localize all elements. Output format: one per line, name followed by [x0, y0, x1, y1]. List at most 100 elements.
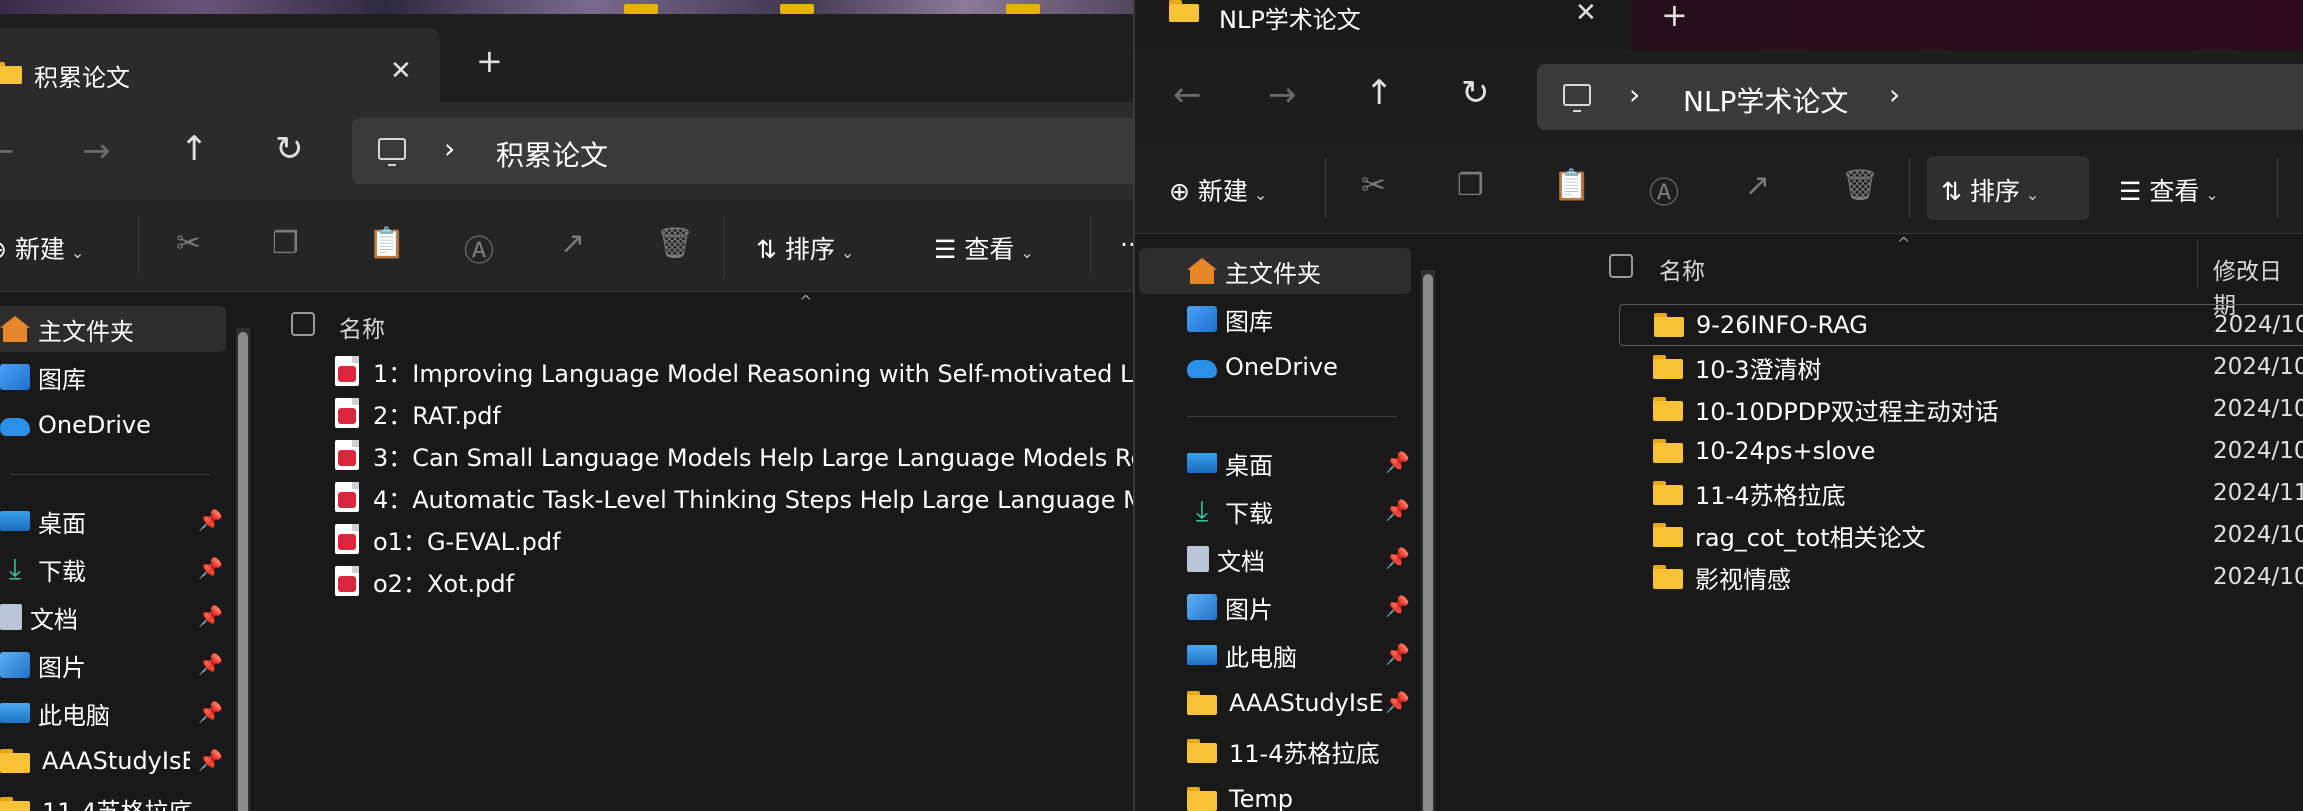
breadcrumb-chevron-icon[interactable]: › — [1629, 78, 1640, 111]
sidebar-item-socrates[interactable]: 11-4苏格拉底 — [1187, 728, 1379, 774]
forward-arrow-icon[interactable]: → — [1268, 78, 1297, 112]
up-arrow-icon[interactable]: ↑ — [180, 132, 209, 166]
sidebar-item-desktop[interactable]: 桌面 — [1187, 440, 1273, 486]
sidebar-item-home[interactable]: 主文件夹 — [1139, 248, 1411, 294]
share-icon[interactable]: ↗ — [1745, 168, 1770, 203]
sidebar-item-gallery[interactable]: 图库 — [1187, 296, 1273, 342]
pin-icon[interactable]: 📌 — [198, 556, 223, 580]
folder-row[interactable]: 9-26INFO-RAG 2024/10/10 19:57 — [1619, 304, 2303, 346]
new-tab-button[interactable]: + — [1661, 0, 1688, 34]
delete-icon[interactable]: 🗑 — [1841, 168, 1879, 203]
rename-icon[interactable]: Ⓐ — [1649, 168, 1679, 212]
sidebar-item-aaastudy[interactable]: AAAStudyIsEv — [0, 738, 190, 784]
pin-icon[interactable]: 📌 — [198, 748, 223, 772]
folder-row[interactable]: 影视情感 2024/10/10 19:58 — [1619, 556, 2303, 598]
sidebar-item-this-pc[interactable]: 此电脑 — [0, 690, 110, 736]
pin-icon[interactable]: 📌 — [1385, 450, 1410, 474]
new-button[interactable]: ⊕ 新建⌄ — [0, 230, 84, 266]
sidebar-item-socrates[interactable]: 11-4苏格拉底 — [0, 786, 192, 811]
sidebar-item-pictures[interactable]: 图片 — [1187, 584, 1273, 630]
pin-icon[interactable]: 📌 — [198, 604, 223, 628]
sort-button[interactable]: ⇅ 排序 ⌄ — [1941, 172, 2039, 208]
folder-row[interactable]: 10-3澄清树 2024/10/18 0:28 — [1619, 346, 2303, 388]
address-bar[interactable]: › 积累论文 — [352, 118, 1133, 184]
pin-icon[interactable]: 📌 — [1385, 546, 1410, 570]
refresh-icon[interactable]: ↻ — [1461, 76, 1490, 110]
file-row[interactable]: o1：G-EVAL.pdf — [335, 518, 561, 560]
sidebar-item-documents[interactable]: 文档 — [0, 594, 78, 640]
cut-icon[interactable]: ✂ — [1361, 168, 1386, 203]
back-arrow-icon[interactable]: ← — [0, 134, 15, 168]
sidebar-scrollbar[interactable] — [236, 328, 250, 811]
pin-icon[interactable]: 📌 — [1385, 690, 1410, 714]
sidebar-item-downloads[interactable]: ⤓ 下载 — [0, 546, 86, 592]
breadcrumb-chevron-icon[interactable]: › — [444, 132, 455, 165]
column-divider[interactable] — [2197, 240, 2198, 288]
sidebar-item-this-pc[interactable]: 此电脑 — [1187, 632, 1297, 678]
sidebar-item-gallery[interactable]: 图库 — [0, 354, 86, 400]
pin-icon[interactable]: 📌 — [198, 508, 223, 532]
sidebar-item-desktop[interactable]: 桌面 — [0, 498, 86, 544]
scrollbar-thumb[interactable] — [238, 332, 248, 811]
tab-active[interactable]: NLP学术论文 ✕ — [1135, 0, 1631, 50]
pin-icon[interactable]: 📌 — [1385, 594, 1410, 618]
sidebar-item-aaastudy[interactable]: AAAStudyIsEv — [1187, 680, 1383, 726]
more-options-button[interactable]: ·· — [1120, 230, 1133, 259]
sidebar-item-onedrive[interactable]: OneDrive — [0, 402, 151, 448]
sort-button[interactable]: ⇅ 排序 ⌄ — [756, 230, 854, 266]
paste-icon[interactable]: 📋 — [368, 226, 405, 261]
sidebar-item-downloads[interactable]: ⤓ 下载 — [1187, 488, 1273, 534]
file-row[interactable]: 4：Automatic Task-Level Thinking Steps He… — [335, 476, 1133, 518]
column-header-name[interactable]: 名称 — [1659, 252, 1705, 286]
close-icon[interactable]: ✕ — [390, 56, 412, 86]
close-icon[interactable]: ✕ — [1575, 0, 1597, 28]
pin-icon[interactable]: 📌 — [198, 652, 223, 676]
up-arrow-icon[interactable]: ↑ — [1365, 76, 1394, 110]
pin-icon[interactable]: 📌 — [1385, 642, 1410, 666]
sidebar-scrollbar[interactable] — [1421, 270, 1435, 811]
forward-arrow-icon[interactable]: → — [82, 134, 111, 168]
copy-icon[interactable]: ❐ — [272, 226, 299, 261]
rename-icon[interactable]: Ⓐ — [464, 226, 494, 270]
folder-row[interactable]: 11-4苏格拉底 2024/11/5 21:20 — [1619, 472, 2303, 514]
view-button[interactable]: ☰ 查看 ⌄ — [934, 230, 1034, 266]
address-bar[interactable]: › NLP学术论文 › — [1537, 64, 2303, 130]
file-row[interactable]: 2：RAT.pdf — [335, 392, 501, 434]
new-tab-button[interactable]: + — [476, 42, 503, 80]
new-button[interactable]: ⊕ 新建⌄ — [1169, 172, 1267, 208]
select-all-checkbox[interactable] — [1609, 254, 1633, 278]
copy-icon[interactable]: ❐ — [1457, 168, 1484, 203]
folder-row[interactable]: rag_cot_tot相关论文 2024/10/29 16:12 — [1619, 514, 2303, 556]
back-arrow-icon[interactable]: ← — [1173, 78, 1202, 112]
breadcrumb-chevron-icon[interactable]: › — [1889, 78, 1900, 111]
file-row[interactable]: o2：Xot.pdf — [335, 560, 514, 602]
file-row[interactable]: 1：Improving Language Model Reasoning wit… — [335, 350, 1133, 392]
cut-icon[interactable]: ✂ — [176, 226, 201, 261]
view-button[interactable]: ☰ 查看 ⌄ — [2119, 172, 2219, 208]
refresh-icon[interactable]: ↻ — [275, 132, 304, 166]
paste-icon[interactable]: 📋 — [1553, 168, 1590, 203]
pin-icon[interactable]: 📌 — [1385, 498, 1410, 522]
column-header-name[interactable]: 名称 — [339, 310, 385, 344]
sidebar-item-documents[interactable]: 文档 — [1187, 536, 1265, 582]
folder-row[interactable]: 10-10DPDP双过程主动对话 2024/10/10 19:56 — [1619, 388, 2303, 430]
sidebar-item-home[interactable]: 主文件夹 — [0, 306, 226, 352]
pin-icon[interactable]: 📌 — [198, 700, 223, 724]
file-row[interactable]: 3：Can Small Language Models Help Large L… — [335, 434, 1133, 476]
breadcrumb-segment[interactable]: 积累论文 — [496, 134, 608, 174]
sidebar-item-pictures[interactable]: 图片 — [0, 642, 86, 688]
file-name: 4：Automatic Task-Level Thinking Steps He… — [373, 485, 1133, 514]
folder-icon — [1653, 565, 1683, 589]
folder-icon — [1187, 691, 1217, 715]
tab-active[interactable]: 积累论文 ✕ — [0, 28, 440, 102]
scrollbar-thumb[interactable] — [1423, 274, 1433, 811]
sidebar-item-temp[interactable]: Temp — [1187, 776, 1293, 811]
breadcrumb-segment[interactable]: NLP学术论文 — [1683, 80, 1848, 120]
folder-row[interactable]: 10-24ps+slove 2024/10/29 16:13 — [1619, 430, 2303, 472]
share-icon[interactable]: ↗ — [560, 226, 585, 261]
delete-icon[interactable]: 🗑 — [656, 226, 694, 261]
sidebar-item-onedrive[interactable]: OneDrive — [1187, 344, 1338, 390]
select-all-checkbox[interactable] — [291, 312, 315, 336]
gallery-icon — [1187, 306, 1217, 332]
modified-date: 2024/10/18 0:28 — [2213, 354, 2303, 380]
